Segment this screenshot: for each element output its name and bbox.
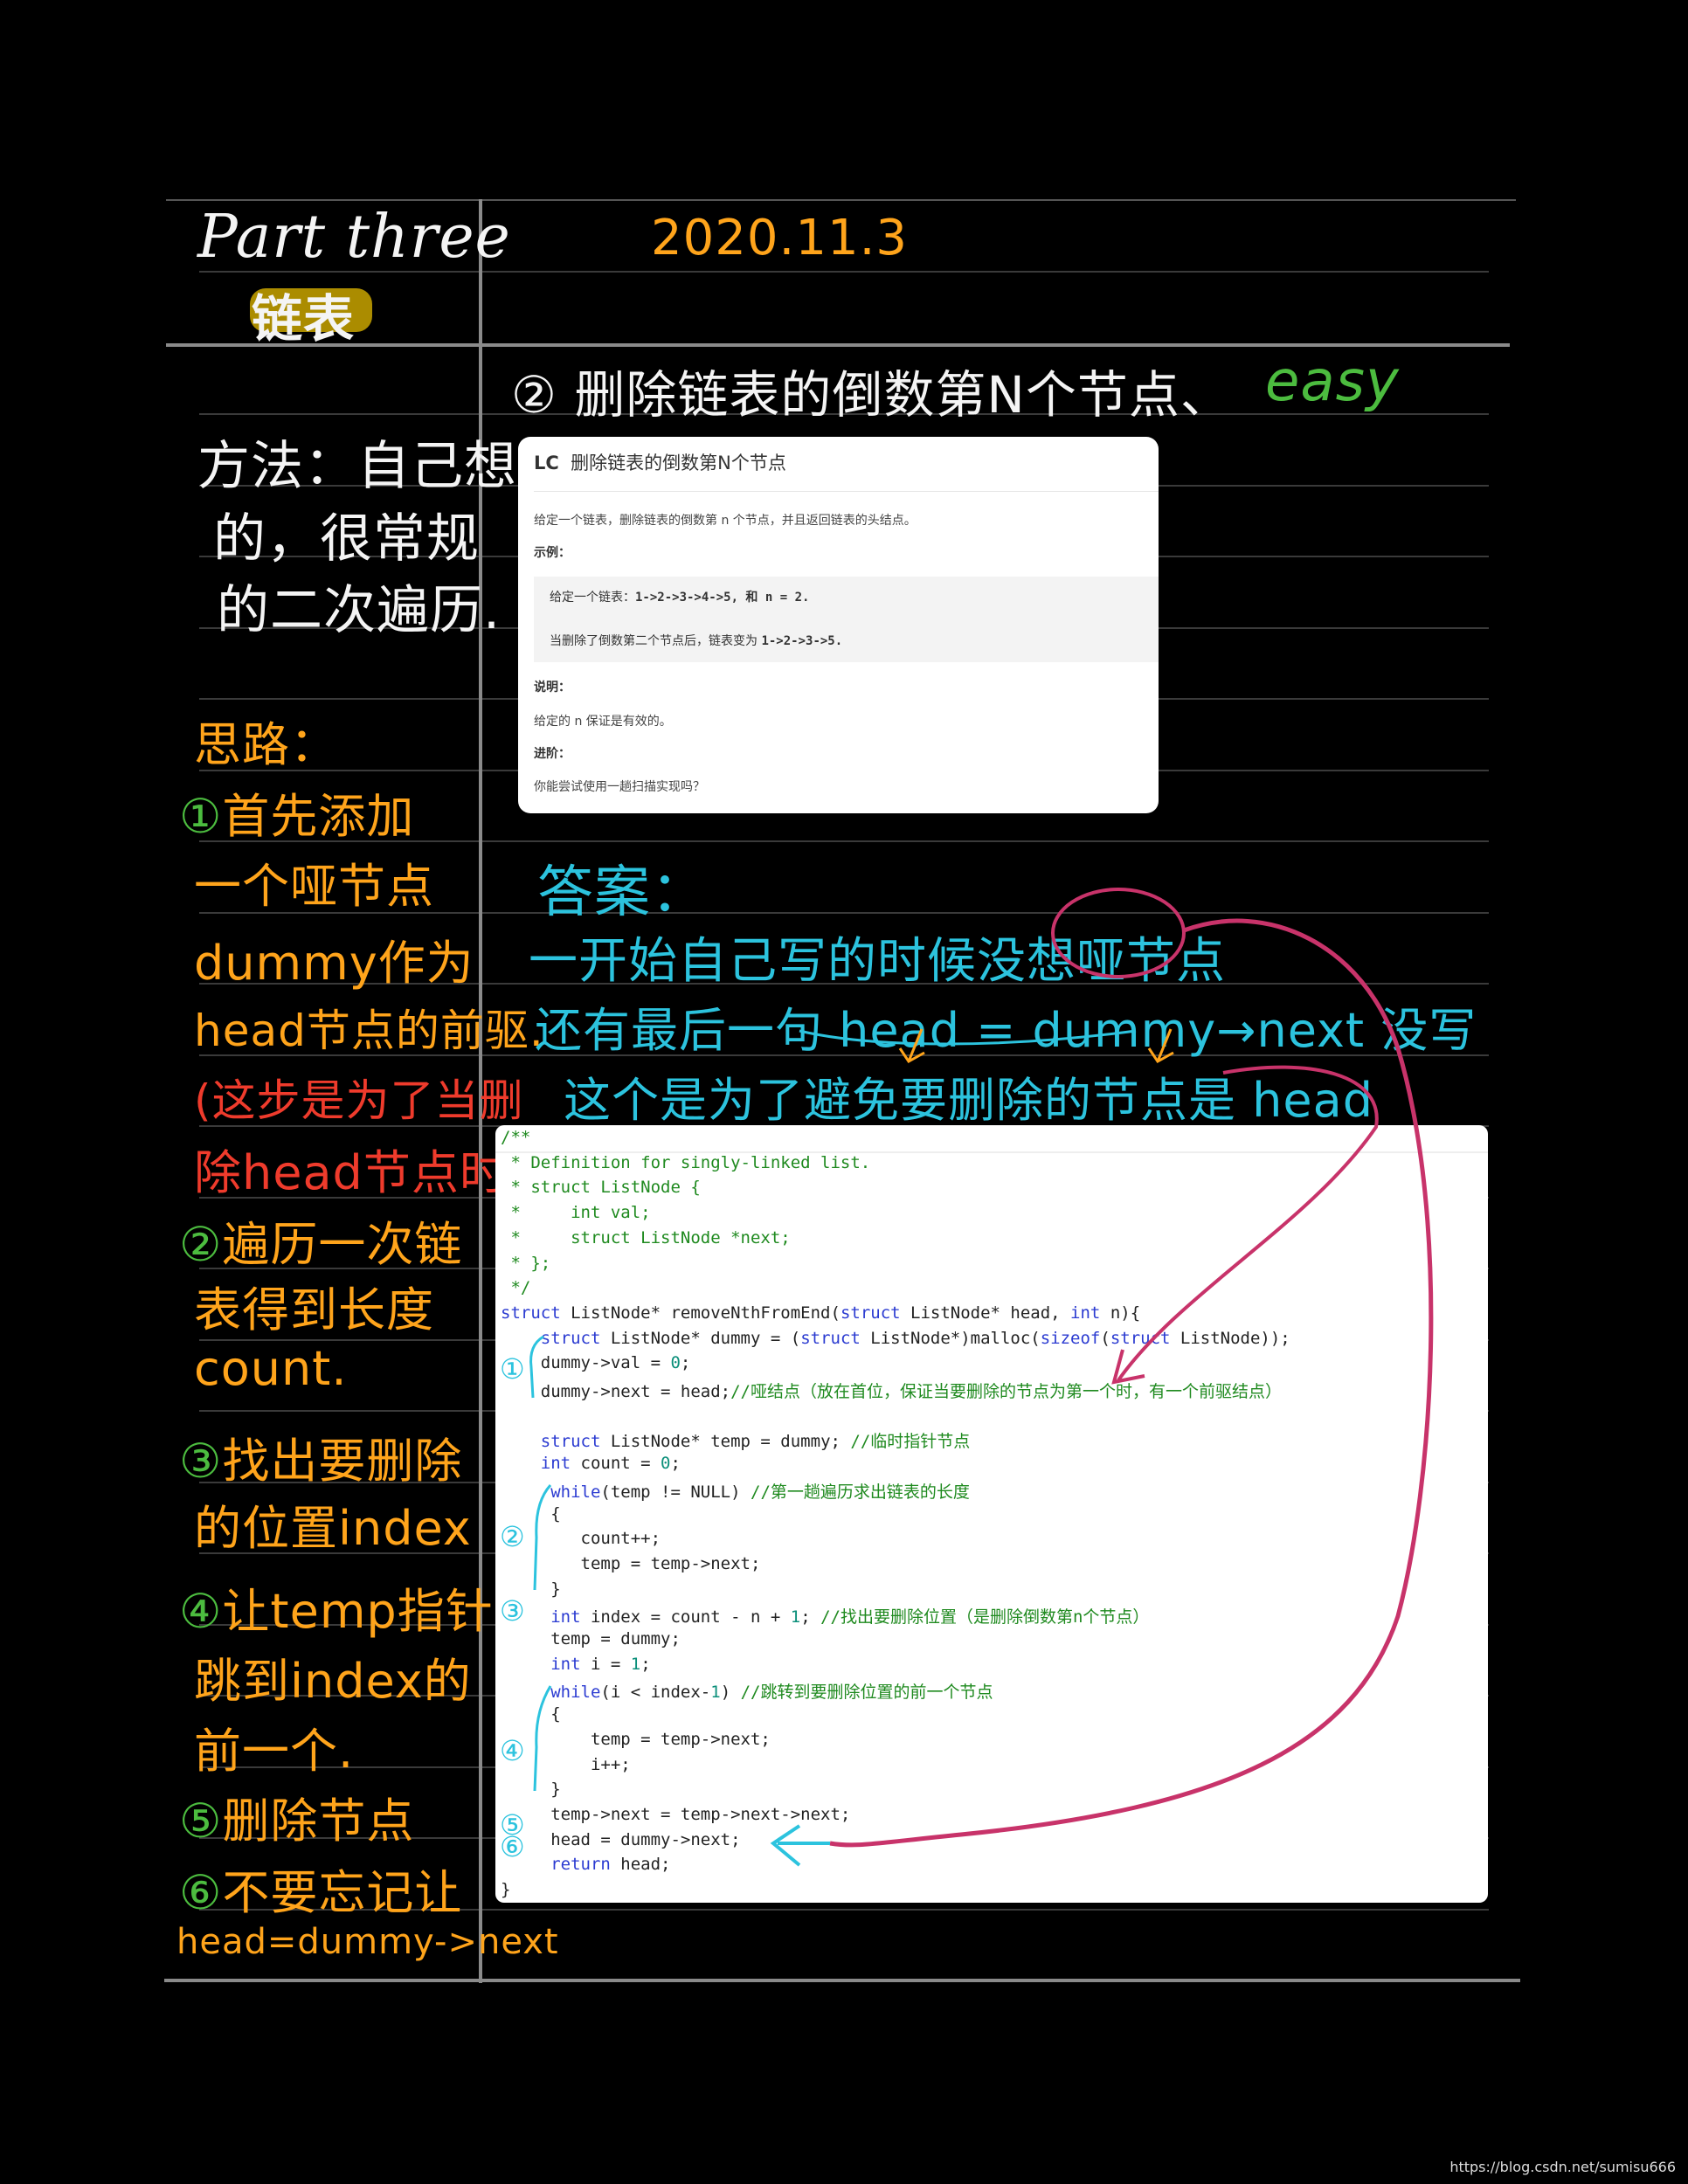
brace-icon (533, 1483, 552, 1591)
brace-icon (533, 1685, 552, 1792)
underline-stroke (799, 1029, 1137, 1046)
brace-icon (529, 1335, 544, 1399)
watermark: https://blog.csdn.net/sumisu666 (1449, 2159, 1676, 2175)
curve-arrow-to-head-line (829, 918, 1434, 1848)
cyan-arrow-icon (770, 1824, 830, 1867)
orange-arrow-icon (1147, 1028, 1174, 1063)
circle-mark-icon (1051, 888, 1186, 978)
orange-arrow-icon (898, 1028, 925, 1063)
curve-arrow-to-comment (1117, 1065, 1379, 1382)
annotation-strokes (529, 888, 1434, 1867)
